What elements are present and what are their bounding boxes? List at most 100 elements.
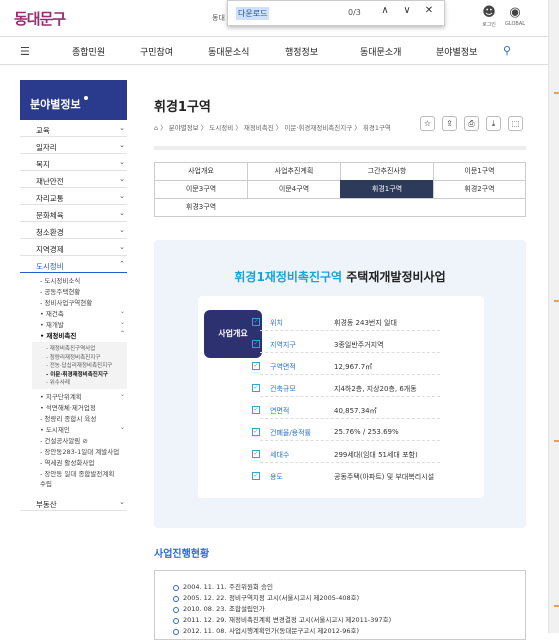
submenu-label: • 석면해체·제거업정 — [40, 403, 96, 412]
info-row: ✓ 연면적 40,857.34㎡ — [252, 402, 440, 419]
sidebar-item-label: 일자리 — [36, 143, 57, 152]
tab-item[interactable]: 휘경3구역 — [154, 198, 248, 217]
submenu-item[interactable]: - 장안동 일대 종합발전계획 수립 — [40, 468, 120, 488]
info-value: 휘경동 243번지 일대 — [334, 319, 397, 327]
breadcrumb[interactable]: ⌂ 〉 분야별정보 〉 도시정비 〉 재정비촉진 〉 이문·휘경재정비촉진지구 … — [154, 122, 391, 132]
submenu-item[interactable]: - 도시정비소식 — [40, 275, 127, 286]
submenu-item[interactable]: - 건설공사알림 ⊘ — [40, 435, 127, 446]
sidebar-item-label: 재난안전 — [36, 177, 64, 186]
scrollbar[interactable] — [548, 0, 559, 633]
nav-item[interactable]: 분야별정보 — [436, 45, 477, 58]
history-text: 사업시행계획인가(동대문구고시 제2012-96호) — [229, 627, 359, 635]
sidebar-item[interactable]: 지역경제 ⌄ — [20, 239, 127, 256]
global-button[interactable]: ◉ GLOBAL — [502, 5, 528, 27]
share-icon[interactable]: ⇪ — [442, 116, 457, 131]
submenu-label: • 지구단위계획 — [40, 392, 82, 401]
info-label: 위치 — [270, 319, 283, 327]
scroll-marker — [554, 92, 559, 94]
chevron-down-icon: ⌄ — [119, 226, 125, 234]
sidebar-item[interactable]: 교육 ⌄ — [20, 120, 127, 137]
panel-title-rest: 주택재개발정비사업 — [342, 270, 446, 284]
tab-item[interactable]: 사업추진계획 — [247, 162, 341, 181]
nav-item[interactable]: 행정정보 — [285, 45, 318, 58]
tab-item[interactable]: 사업개요 — [154, 162, 248, 181]
history-text: 주진위원회 승인 — [229, 583, 273, 591]
find-prev-button[interactable]: ∧ — [378, 5, 392, 16]
sidebar-item[interactable]: 부동산 ⌄ — [20, 494, 127, 511]
history-row: 2005. 12. 22. 정비구역지정 고시(서울시고시 제2005-408호) — [173, 592, 360, 602]
info-label: 건폐율/용적률 — [270, 429, 311, 437]
sidebar-item[interactable]: 청소환경 ⌄ — [20, 222, 127, 239]
submenu2-item-active[interactable]: - 이문·휘경재정비촉진지구 — [46, 370, 127, 379]
tab-item[interactable]: 휘경2구역 — [433, 180, 526, 199]
nav-item[interactable]: 동대문소개 — [360, 45, 401, 58]
submenu-item[interactable]: - 정비사업구역현황 — [40, 297, 127, 308]
sidebar-item-label: 지역경제 — [36, 245, 64, 254]
favorite-icon[interactable]: ☆ — [420, 116, 435, 131]
divider — [154, 146, 526, 150]
chevron-down-icon: ⌄ — [119, 124, 125, 132]
submenu-item[interactable]: • 재개발 ⌄ — [40, 319, 127, 330]
submenu-level2: - 재정비촉진구역사업 - 청량리재정비촉진지구 - 전농·답십리재정비촉진지구… — [32, 342, 127, 389]
submenu2-item[interactable]: - 전농·답십리재정비촉진지구 — [46, 361, 127, 370]
search-icon[interactable]: ⚲ — [503, 44, 511, 57]
nav-item[interactable]: 종합민원 — [72, 45, 105, 58]
history-text: 정비구역지정 고시(서울시고시 제2005-408호) — [229, 594, 360, 602]
tab-item[interactable]: 이문4구역 — [247, 180, 341, 199]
info-value: 3종일반주거지역 — [334, 341, 384, 349]
tab-item[interactable]: 이문1구역 — [433, 162, 526, 181]
find-input[interactable]: 다운로드 — [236, 7, 270, 20]
check-icon: ✓ — [252, 428, 260, 436]
submenu-item[interactable]: • 지구단위계획 ⌄ — [40, 391, 127, 402]
capture-icon[interactable]: ⬚ — [508, 116, 523, 131]
login-button[interactable]: ☻ 로그인 — [476, 5, 502, 28]
info-value: 지4하2층, 지상20층, 6개동 — [334, 385, 417, 393]
chevron-down-icon: ⌄ — [119, 497, 125, 506]
sidebar-item-active[interactable]: 도시정비 ⌃ — [20, 256, 127, 273]
submenu2-item[interactable]: - 위수사례 — [46, 378, 127, 387]
submenu2-item[interactable]: - 재정비촉진구역사업 — [46, 344, 127, 353]
download-icon[interactable]: ⤓ — [486, 116, 501, 131]
scroll-marker — [554, 300, 559, 302]
submenu-item[interactable]: - 장안동283-1일대 계발사업 — [40, 446, 127, 457]
submenu-label: - 정비사업구역현황 — [40, 299, 93, 307]
nav-item[interactable]: 구민참여 — [140, 45, 173, 58]
info-row: ✓ 건축규모 지4하2층, 지상20층, 6개동 — [252, 380, 440, 397]
panel-title: 휘경1재정비촉진구역 주택재개발정비사업 — [154, 268, 526, 285]
menu-icon[interactable]: ☰ — [20, 45, 30, 58]
chevron-down-icon: ⌄ — [119, 243, 125, 251]
sidebar-item[interactable]: 문화체육 ⌄ — [20, 205, 127, 222]
info-label: 연면적 — [270, 407, 290, 415]
submenu2-item[interactable]: - 청량리재정비촉진지구 — [46, 353, 127, 362]
sidebar-item-label: 부동산 — [36, 499, 57, 509]
check-icon: ✓ — [252, 450, 260, 458]
submenu-item[interactable]: - 역세권 활성화사업 — [40, 457, 127, 468]
submenu-item[interactable]: • 도시재인 ⌄ — [40, 424, 127, 435]
submenu-item[interactable]: - 청량리 종합시 육성 — [40, 413, 127, 424]
panel-title-highlight: 휘경1재정비촉진구역 — [234, 270, 343, 284]
tab-item[interactable]: 그간추진사항 — [340, 162, 434, 181]
submenu-item-active[interactable]: • 재정비촉진 ⌃ — [40, 330, 127, 341]
sidebar-item[interactable]: 복지 ⌄ — [20, 154, 127, 171]
site-logo[interactable]: 동대문구 — [14, 8, 66, 29]
submenu-label: - 건설공사알림 ⊘ — [40, 436, 88, 445]
info-row: ✓ 용도 공동주택(아파트) 및 부대복리시설 — [252, 468, 440, 485]
find-close-button[interactable]: ✕ — [422, 5, 436, 16]
nav-item[interactable]: 동대문소식 — [208, 45, 249, 58]
info-row: ✓ 구역면적 12,967.7㎡ — [252, 358, 440, 375]
submenu-item[interactable]: • 재건축 ⌄ — [40, 308, 127, 319]
info-value: 299세대(임대 51세대 포함) — [334, 451, 418, 459]
check-icon: ✓ — [252, 472, 260, 480]
sidebar-item[interactable]: 자리교통 ⌄ — [20, 188, 127, 205]
submenu-item[interactable]: • 석면해체·제거업정 — [40, 402, 127, 413]
history-date: 2010. 08. 23. — [173, 605, 229, 613]
tab-item-active[interactable]: 휘경1구역 — [340, 180, 434, 199]
tab-item[interactable]: 이문3구역 — [154, 180, 248, 199]
main-content: 휘경1구역 ⌂ 〉 분야별정보 〉 도시정비 〉 재정비촉진 〉 이문·휘경재정… — [154, 96, 526, 640]
submenu-item[interactable]: - 공동주택현황 — [40, 286, 127, 297]
sidebar-item[interactable]: 일자리 ⌄ — [20, 137, 127, 154]
find-next-button[interactable]: ∨ — [400, 5, 414, 16]
print-icon[interactable]: ⎙ — [464, 116, 479, 131]
sidebar-item[interactable]: 재난안전 ⌄ — [20, 171, 127, 188]
info-label: 세대수 — [270, 451, 290, 459]
